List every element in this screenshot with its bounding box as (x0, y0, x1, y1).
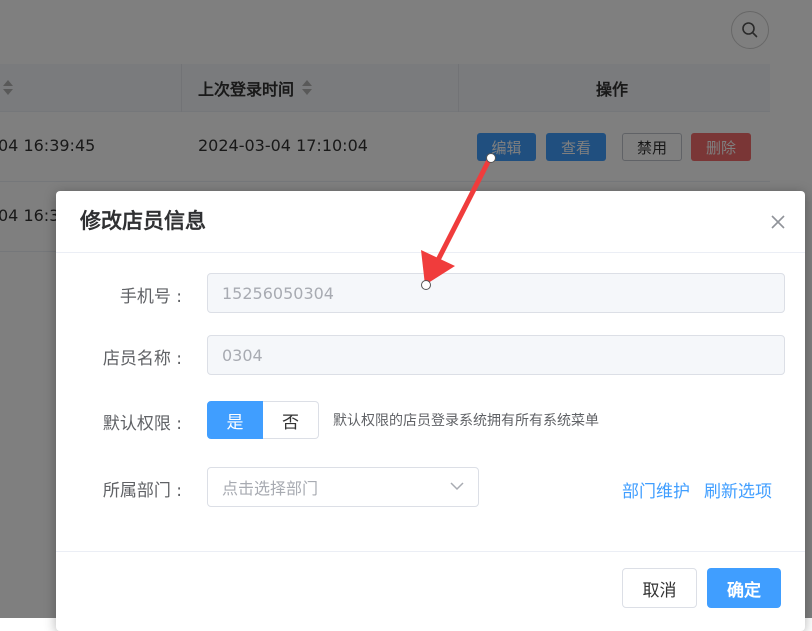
permission-toggle: 是 否 (207, 401, 319, 439)
permission-hint: 默认权限的店员登录系统拥有所有系统菜单 (333, 413, 599, 429)
phone-field[interactable]: 15256050304 (207, 273, 785, 313)
department-label: 所属部门 : (102, 481, 182, 501)
close-icon[interactable] (769, 213, 787, 231)
cancel-button[interactable]: 取消 (622, 568, 697, 608)
edit-staff-dialog: 修改店员信息 手机号 : 15256050304 店员名称 : 0304 默认权… (56, 191, 805, 631)
footer-divider (56, 551, 805, 552)
permission-yes-option[interactable]: 是 (207, 401, 263, 439)
phone-label: 手机号 : (119, 287, 182, 307)
confirm-button[interactable]: 确定 (707, 568, 781, 608)
dialog-header: 修改店员信息 (56, 191, 805, 253)
permission-label: 默认权限 : (102, 414, 182, 434)
name-field[interactable]: 0304 (207, 335, 785, 375)
department-placeholder: 点击选择部门 (222, 479, 319, 498)
name-label: 店员名称 : (102, 349, 182, 369)
department-maintain-link[interactable]: 部门维护 (622, 477, 690, 502)
refresh-options-link[interactable]: 刷新选项 (704, 477, 772, 502)
department-select[interactable]: 点击选择部门 (207, 467, 479, 507)
permission-no-option[interactable]: 否 (263, 401, 319, 439)
dialog-title: 修改店员信息 (80, 209, 206, 233)
chevron-down-icon (450, 482, 464, 491)
